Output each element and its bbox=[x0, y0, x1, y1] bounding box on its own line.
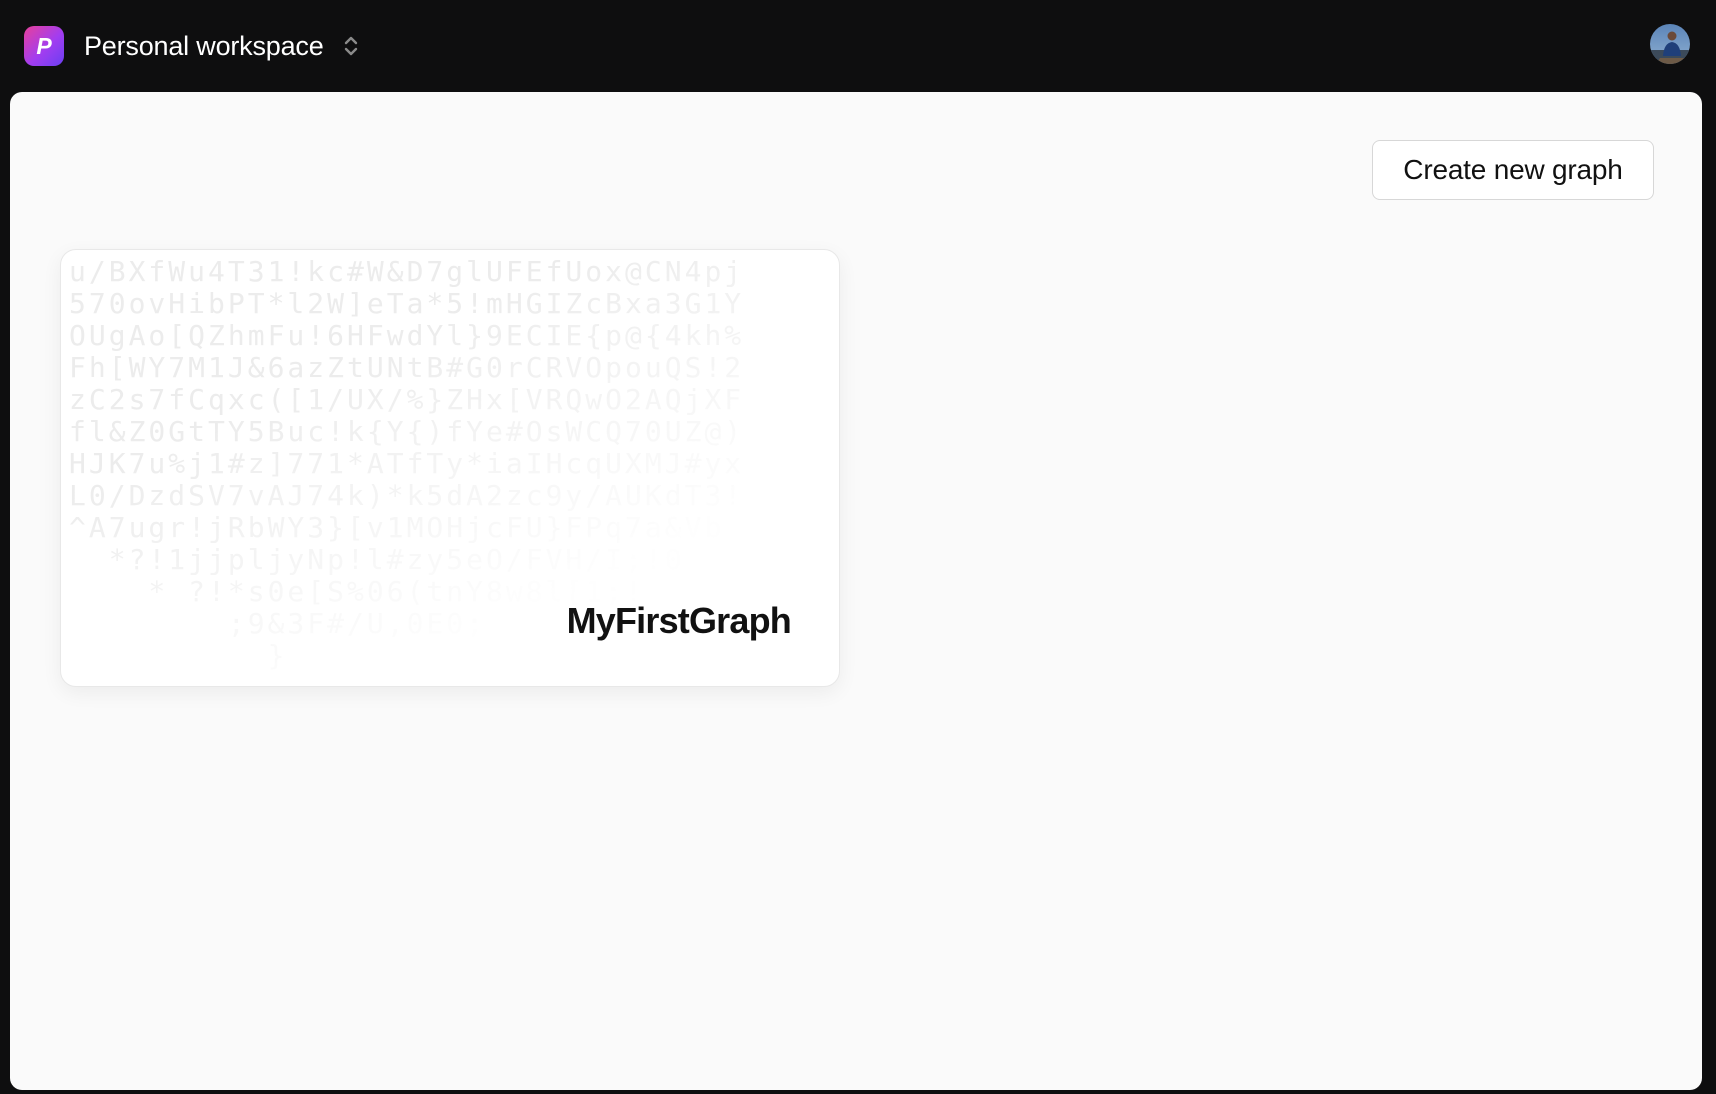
chevron-up-down-icon[interactable] bbox=[340, 31, 362, 61]
graph-card[interactable]: u/BXfWu4T31!kc#W&D7glUFEfUox@CN4pj 570ov… bbox=[60, 249, 840, 687]
logo-letter: P bbox=[36, 32, 52, 59]
top-bar: P Personal workspace bbox=[0, 0, 1716, 92]
workspace-name[interactable]: Personal workspace bbox=[84, 31, 324, 62]
user-avatar[interactable] bbox=[1650, 24, 1690, 64]
create-new-graph-button[interactable]: Create new graph bbox=[1372, 140, 1654, 200]
graph-title: MyFirstGraph bbox=[566, 600, 792, 641]
app-logo[interactable]: P bbox=[24, 26, 64, 66]
main-panel: Create new graph u/BXfWu4T31!kc#W&D7glUF… bbox=[10, 92, 1702, 1090]
